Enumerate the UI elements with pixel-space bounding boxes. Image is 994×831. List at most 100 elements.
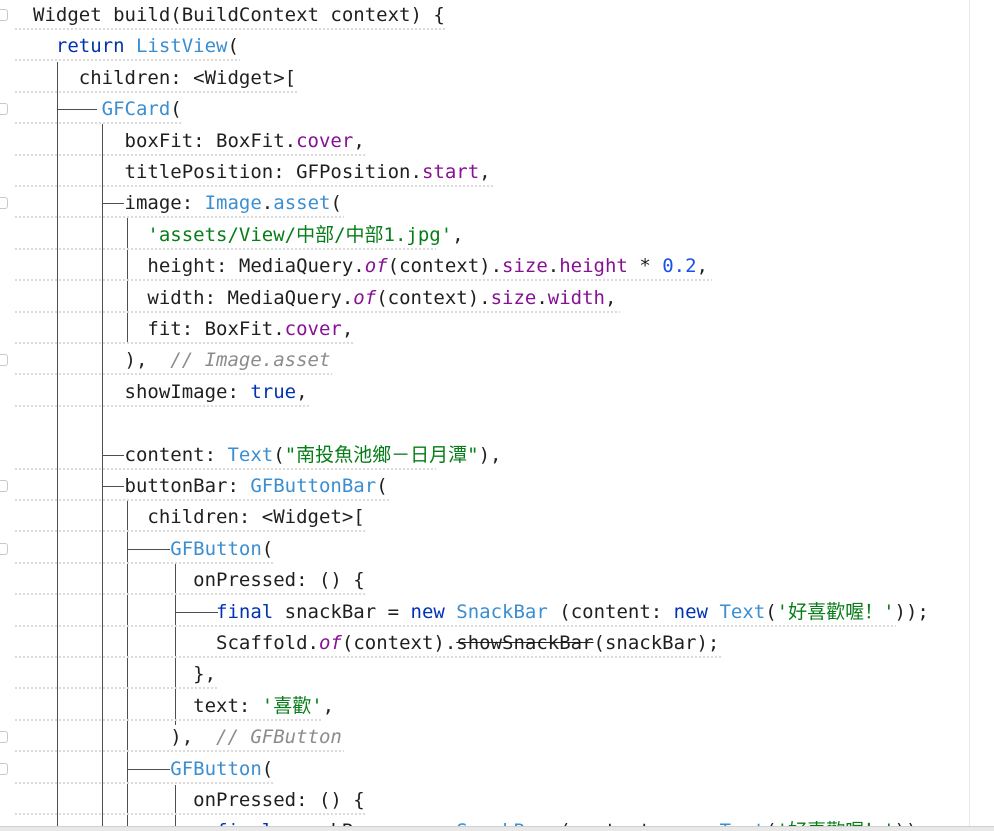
code-token: , <box>696 255 708 278</box>
code-token: onPressed: () { <box>33 569 365 592</box>
code-token: ), <box>33 349 171 372</box>
line-underline <box>14 215 344 219</box>
code-token: children: <Widget>[ <box>33 506 365 529</box>
code-token: final <box>216 600 274 623</box>
code-token: fit: BoxFit. <box>33 318 285 340</box>
code-token: Widget build(BuildContext context) { <box>33 4 445 26</box>
fold-marker-icon[interactable] <box>0 762 8 775</box>
line-underline <box>14 121 183 125</box>
code-token: (snackBar); <box>593 632 720 654</box>
line-underline <box>14 184 493 187</box>
code-token: ), <box>478 443 502 466</box>
code-token: height <box>559 255 628 278</box>
code-token: size <box>490 286 537 309</box>
code-token: ( <box>170 98 182 121</box>
line-underline <box>14 27 447 30</box>
line-underline <box>14 58 240 62</box>
fold-gutter <box>0 0 10 831</box>
line-underline <box>14 403 309 407</box>
code-token: onPressed: () { <box>33 789 365 811</box>
code-token: showImage: <box>33 380 251 403</box>
fold-marker-icon[interactable] <box>0 480 8 492</box>
line-underline <box>14 812 367 815</box>
line-underline <box>14 686 217 690</box>
code-token: , <box>479 161 491 183</box>
code-token: 0.2 <box>662 255 697 278</box>
code-token: GFButton <box>170 757 262 780</box>
fold-marker-icon[interactable] <box>0 542 8 555</box>
code-editor[interactable]: Widget build(BuildContext context) { ret… <box>0 0 994 831</box>
code-token: showSnackBar <box>456 632 594 654</box>
code-token: * <box>627 255 663 278</box>
code-token: boxFit: BoxFit. <box>33 129 297 152</box>
code-token: size <box>502 255 548 278</box>
code-token: buttonBar: <box>33 475 251 497</box>
code-token: height: MediaQuery. <box>33 255 365 278</box>
code-token: '好喜歡喔！' <box>776 600 895 623</box>
code-token: width: MediaQuery. <box>33 286 354 309</box>
code-token: of <box>353 286 377 309</box>
line-underline <box>14 152 367 156</box>
code-token: titlePosition: GFPosition. <box>33 161 422 183</box>
line-underline <box>14 246 436 250</box>
line-underline <box>14 278 712 282</box>
code-token: '喜歡' <box>261 694 323 717</box>
code-token: // GFButton <box>216 726 342 749</box>
code-token: content: <box>33 443 228 466</box>
code-token: (context). <box>376 286 491 309</box>
code-token: 'assets/View/中部/中部1.jpg' <box>147 223 453 246</box>
code-token: SnackBar <box>456 600 548 623</box>
code-token: new <box>410 600 445 623</box>
line-underline <box>14 560 275 564</box>
code-token: , <box>341 318 354 340</box>
fold-marker-icon[interactable] <box>0 354 8 367</box>
code-token: (context). <box>387 255 503 278</box>
code-token: start <box>421 161 480 183</box>
fold-marker-icon[interactable] <box>0 103 8 116</box>
code-token: GFButtonBar <box>250 475 377 497</box>
code-token: ( <box>765 600 777 623</box>
code-token: . <box>536 286 548 309</box>
fold-marker-icon[interactable] <box>0 731 8 744</box>
line-underline <box>14 749 344 753</box>
code-token: , <box>452 223 464 246</box>
code-token: true <box>250 380 297 403</box>
code-token: new <box>673 600 708 623</box>
code-token: ), <box>33 726 217 749</box>
fold-marker-icon[interactable] <box>0 197 8 210</box>
code-token: , <box>353 129 365 152</box>
line-underline <box>14 341 355 344</box>
code-token: Scaffold. <box>33 632 319 654</box>
line-underline <box>14 498 390 501</box>
code-token: // Image.asset <box>170 349 331 372</box>
code-token: , <box>322 694 335 717</box>
code-token: of <box>318 632 342 654</box>
code-token: . <box>261 192 274 215</box>
code-token: ( <box>261 757 274 780</box>
code-token: Image <box>204 192 262 215</box>
code-token: . <box>547 255 560 278</box>
line-underline <box>14 780 275 784</box>
code-token: }, <box>33 663 217 686</box>
code-token: snackBar = <box>273 600 411 623</box>
horizontal-scrollbar[interactable] <box>0 826 994 831</box>
line-underline <box>14 466 436 470</box>
code-token: ( <box>376 475 388 497</box>
line-underline <box>14 89 298 93</box>
code-token: children: <Widget>[ <box>33 66 297 89</box>
code-token: , <box>605 286 617 309</box>
fold-marker-icon[interactable] <box>0 9 8 21</box>
line-underline <box>14 717 321 721</box>
code-token: ( <box>227 35 239 58</box>
code-token: ListView <box>135 35 228 58</box>
code-token: (content: <box>547 600 674 623</box>
code-token: ( <box>261 537 274 560</box>
line-underline <box>14 623 896 627</box>
